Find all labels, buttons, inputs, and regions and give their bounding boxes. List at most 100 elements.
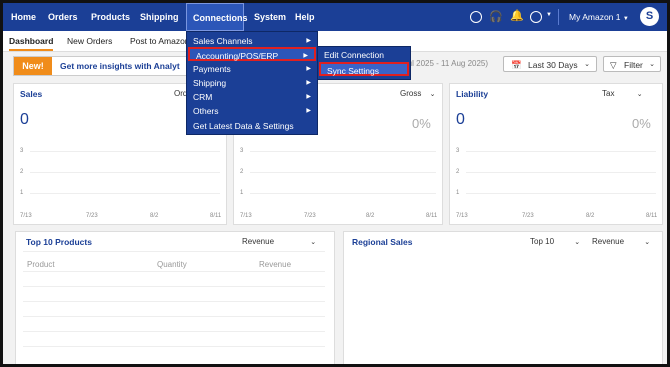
- gross-metric-select[interactable]: Gross ⌄: [400, 89, 435, 98]
- divider: [23, 346, 325, 347]
- card-title: Sales: [20, 89, 43, 99]
- filter-button[interactable]: ▽ Filter ⌄: [603, 56, 661, 72]
- chevron-down-icon: ⌄: [429, 91, 436, 98]
- nav-orders[interactable]: Orders: [48, 3, 78, 31]
- chevron-right-icon: ▶: [306, 38, 311, 44]
- tab-new-orders[interactable]: New Orders: [67, 31, 112, 51]
- avatar[interactable]: S: [640, 7, 659, 26]
- tab-post-to-amazon[interactable]: Post to Amazon: [130, 31, 190, 51]
- liability-pct: 0%: [632, 116, 651, 131]
- x-tick: 8/2: [366, 213, 375, 219]
- gridline: [30, 193, 220, 194]
- menu-item-label: Payments: [193, 64, 231, 74]
- divider: [23, 301, 325, 302]
- nav-connections[interactable]: Connections: [186, 3, 248, 31]
- chevron-right-icon: ▶: [306, 108, 311, 114]
- chevron-down-icon: ⌄: [644, 239, 651, 246]
- gross-select-label: Gross: [400, 89, 422, 98]
- date-range-label: (Jul 2025 - 11 Aug 2025): [401, 59, 489, 68]
- column-header-product[interactable]: Product: [27, 260, 55, 269]
- divider: [558, 9, 559, 25]
- funnel-icon: ▽: [610, 60, 617, 70]
- nav-products[interactable]: Products: [91, 3, 130, 31]
- y-tick: 2: [456, 169, 460, 175]
- x-tick: 8/2: [150, 213, 159, 219]
- y-tick: 3: [20, 148, 24, 154]
- period-select[interactable]: 📅 Last 30 Days ⌄: [503, 56, 597, 72]
- y-tick: 3: [240, 148, 244, 154]
- activity-icon[interactable]: [470, 11, 482, 23]
- top-products-metric-select[interactable]: Revenue ⌄: [242, 237, 316, 246]
- chevron-right-icon: ▶: [303, 53, 308, 59]
- period-label: Last 30 Days: [528, 60, 578, 70]
- chevron-down-icon[interactable]: ▼: [546, 12, 552, 18]
- regional-top-select[interactable]: Top 10 ⌄: [530, 237, 580, 246]
- banner-text: Get more insights with Analyt: [60, 61, 180, 71]
- chevron-right-icon: ▶: [306, 66, 311, 72]
- divider: [23, 286, 325, 287]
- connections-menu: Sales Channels ▶ Accounting/POS/ERP ▶ Pa…: [186, 31, 318, 135]
- gridline: [466, 172, 656, 173]
- bell-icon[interactable]: 🔔: [510, 9, 524, 22]
- gridline: [466, 151, 656, 152]
- divider: [23, 271, 325, 272]
- headset-icon[interactable]: 🎧: [489, 10, 503, 23]
- menu-item-accounting[interactable]: Accounting/POS/ERP ▶: [188, 47, 316, 61]
- x-tick: 8/11: [210, 213, 222, 219]
- menu-item-payments[interactable]: Payments ▶: [187, 62, 317, 76]
- card-title: Regional Sales: [352, 237, 413, 247]
- menu-item-label: Accounting/POS/ERP: [196, 51, 279, 61]
- calendar-icon: 📅: [511, 60, 522, 70]
- nav-home[interactable]: Home: [11, 3, 36, 31]
- menu-item-label: Sales Channels: [193, 36, 253, 46]
- account-selector[interactable]: My Amazon 1 ▼: [569, 3, 629, 33]
- menu-item-sales-channels[interactable]: Sales Channels ▶: [187, 34, 317, 48]
- liability-metric-select[interactable]: Tax ⌄: [602, 89, 643, 98]
- card-title: Liability: [456, 89, 489, 99]
- nav-system[interactable]: System: [254, 3, 286, 31]
- filter-label: Filter: [624, 60, 643, 70]
- x-tick: 8/2: [586, 213, 595, 219]
- accounting-submenu: Edit Connection Sync Settings: [317, 46, 411, 80]
- nav-help[interactable]: Help: [295, 3, 315, 31]
- x-tick: 7/13: [240, 213, 252, 219]
- y-tick: 3: [456, 148, 460, 154]
- divider: [23, 316, 325, 317]
- y-tick: 1: [456, 190, 460, 196]
- alarm-clock-icon[interactable]: [530, 11, 542, 23]
- menu-item-edit-connection[interactable]: Edit Connection: [318, 48, 410, 62]
- gridline: [250, 151, 436, 152]
- divider: [23, 331, 325, 332]
- gridline: [30, 172, 220, 173]
- x-tick: 8/11: [426, 213, 438, 219]
- nav-shipping[interactable]: Shipping: [140, 3, 179, 31]
- y-tick: 1: [240, 190, 244, 196]
- tab-dashboard[interactable]: Dashboard: [9, 31, 54, 51]
- x-tick: 7/23: [304, 213, 316, 219]
- menu-item-label: Shipping: [193, 78, 227, 88]
- regional-metric-select[interactable]: Revenue ⌄: [592, 237, 650, 246]
- menu-item-get-latest-data[interactable]: Get Latest Data & Settings: [187, 119, 317, 133]
- liability-card: Liability Tax ⌄ 0 0% 3 2 1 7/13 7/23 8/2…: [449, 83, 663, 225]
- liability-select-label: Tax: [602, 89, 615, 98]
- chevron-right-icon: ▶: [306, 80, 311, 86]
- sales-value: 0: [20, 111, 29, 128]
- column-header-quantity[interactable]: Quantity: [157, 260, 187, 269]
- chevron-down-icon: ⌄: [584, 61, 590, 68]
- column-header-revenue[interactable]: Revenue: [259, 260, 291, 269]
- regional-sales-card: Regional Sales Top 10 ⌄ Revenue ⌄: [343, 231, 663, 364]
- x-tick: 8/11: [646, 213, 658, 219]
- gridline: [30, 151, 220, 152]
- menu-item-crm[interactable]: CRM ▶: [187, 90, 317, 104]
- x-tick: 7/23: [86, 213, 98, 219]
- y-tick: 2: [240, 169, 244, 175]
- menu-item-shipping[interactable]: Shipping ▶: [187, 76, 317, 90]
- menu-item-sync-settings[interactable]: Sync Settings: [319, 62, 409, 76]
- chevron-down-icon: ⌄: [649, 61, 655, 68]
- gridline: [250, 172, 436, 173]
- chevron-right-icon: ▶: [306, 94, 311, 100]
- menu-item-others[interactable]: Others ▶: [187, 104, 317, 118]
- top-nav: Home Orders Products Shipping Connection…: [3, 3, 667, 31]
- app-window: Home Orders Products Shipping Connection…: [0, 0, 670, 367]
- x-tick: 7/23: [522, 213, 534, 219]
